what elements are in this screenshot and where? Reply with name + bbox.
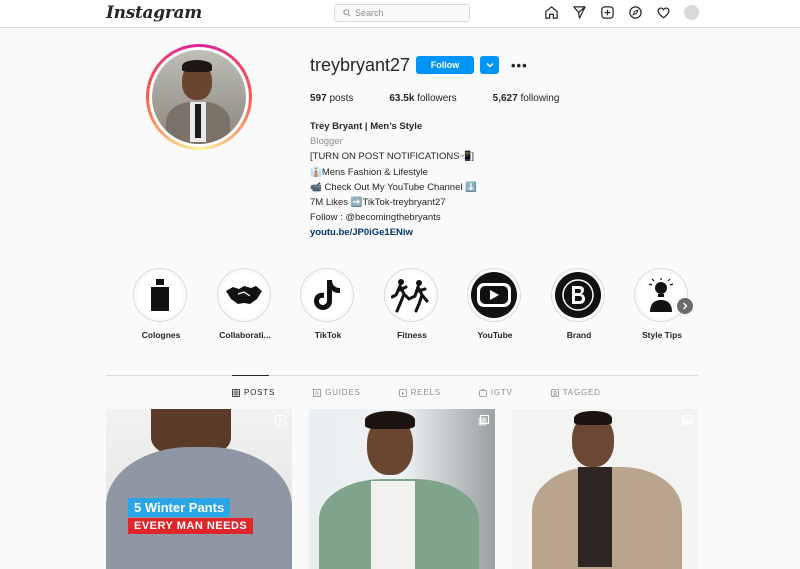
post-banner-text: 5 Winter Pants bbox=[128, 498, 231, 517]
post-thumbnail[interactable]: 5 Winter Pants EVERY MAN NEEDS bbox=[106, 409, 292, 569]
more-options-icon[interactable]: ••• bbox=[511, 58, 528, 73]
search-input[interactable]: Search bbox=[334, 4, 470, 22]
youtube-icon bbox=[477, 283, 511, 307]
carousel-icon bbox=[478, 415, 489, 426]
follow-button[interactable]: Follow bbox=[416, 56, 474, 74]
profile-bio: Trey Bryant | Men’s Style Blogger [TURN … bbox=[310, 119, 477, 241]
handshake-icon bbox=[226, 286, 262, 304]
bio-link[interactable]: youtu.be/JP0iGe1ENiw bbox=[310, 225, 477, 240]
profile-tabs: POSTS GUIDES REELS IGTV TAGGED bbox=[232, 388, 639, 397]
tab-guides[interactable]: GUIDES bbox=[313, 388, 360, 397]
tab-posts[interactable]: POSTS bbox=[232, 388, 275, 397]
home-icon[interactable] bbox=[543, 4, 559, 20]
runners-icon bbox=[391, 279, 429, 313]
chevron-down-icon bbox=[486, 63, 493, 68]
reel-icon bbox=[275, 415, 286, 426]
profile-stats: 597 posts 63.5k followers 5,627 followin… bbox=[310, 93, 595, 104]
search-icon bbox=[343, 9, 351, 17]
profile-username: treybryant27 bbox=[310, 55, 411, 75]
carousel-icon bbox=[681, 415, 692, 426]
chevron-right-icon bbox=[683, 302, 688, 310]
bio-line: 👔Mens Fashion & Lifestyle bbox=[310, 166, 428, 178]
post-banner-text: EVERY MAN NEEDS bbox=[128, 518, 254, 534]
highlight-brand[interactable]: Brand bbox=[551, 268, 607, 340]
igtv-icon bbox=[478, 388, 487, 397]
tab-igtv[interactable]: IGTV bbox=[478, 388, 513, 397]
guides-icon bbox=[313, 388, 322, 397]
following-count[interactable]: 5,627 following bbox=[493, 93, 560, 104]
active-tab-indicator bbox=[232, 375, 269, 376]
suggested-dropdown-button[interactable] bbox=[480, 56, 499, 74]
posts-count: 597 posts bbox=[310, 93, 354, 104]
bio-line: 7M Likes ➡️TikTok-treybryant27 bbox=[310, 197, 446, 209]
instagram-logo[interactable]: Instagram bbox=[106, 3, 202, 23]
tab-reels[interactable]: REELS bbox=[398, 388, 441, 397]
profile-picture[interactable] bbox=[146, 44, 252, 150]
tab-tagged[interactable]: TAGGED bbox=[550, 388, 601, 397]
lightbulb-person-icon bbox=[648, 278, 674, 312]
profile-avatar[interactable] bbox=[683, 4, 699, 20]
post-thumbnail[interactable] bbox=[512, 409, 698, 569]
tabs-divider bbox=[106, 375, 698, 376]
avatar bbox=[683, 4, 699, 20]
bio-category: Blogger bbox=[310, 136, 343, 148]
highlight-fitness[interactable]: Fitness bbox=[384, 268, 440, 340]
grid-icon bbox=[232, 388, 240, 397]
bio-line[interactable]: Follow : @becomingthebryants bbox=[310, 210, 477, 225]
cologne-bottle-icon bbox=[151, 279, 169, 311]
bio-line: 📹 Check Out My YouTube Channel ⬇️ bbox=[310, 181, 477, 193]
post-thumbnail[interactable] bbox=[309, 409, 495, 569]
bio-line: [TURN ON POST NOTIFICATIONS📲] bbox=[310, 151, 475, 163]
direct-icon[interactable] bbox=[571, 4, 587, 20]
bio-full-name: Trey Bryant | Men’s Style bbox=[310, 121, 423, 132]
top-nav-bar: Instagram Search bbox=[0, 0, 800, 28]
search-placeholder: Search bbox=[355, 8, 384, 18]
tiktok-icon bbox=[314, 280, 340, 310]
highlight-youtube[interactable]: YouTube bbox=[467, 268, 523, 340]
highlight-tiktok[interactable]: TikTok bbox=[300, 268, 356, 340]
reels-icon bbox=[398, 388, 407, 397]
new-post-icon[interactable] bbox=[599, 4, 615, 20]
highlights-next-button[interactable] bbox=[677, 298, 693, 314]
brand-b-icon bbox=[562, 279, 594, 311]
highlight-colognes[interactable]: Colognes bbox=[133, 268, 189, 340]
story-highlights: Colognes Collaborati... TikTok Fitness Y… bbox=[133, 268, 693, 348]
activity-heart-icon[interactable] bbox=[655, 4, 671, 20]
tagged-icon bbox=[550, 388, 559, 397]
highlight-collaborations[interactable]: Collaborati... bbox=[217, 268, 273, 340]
explore-icon[interactable] bbox=[627, 4, 643, 20]
followers-count[interactable]: 63.5k followers bbox=[389, 93, 456, 104]
